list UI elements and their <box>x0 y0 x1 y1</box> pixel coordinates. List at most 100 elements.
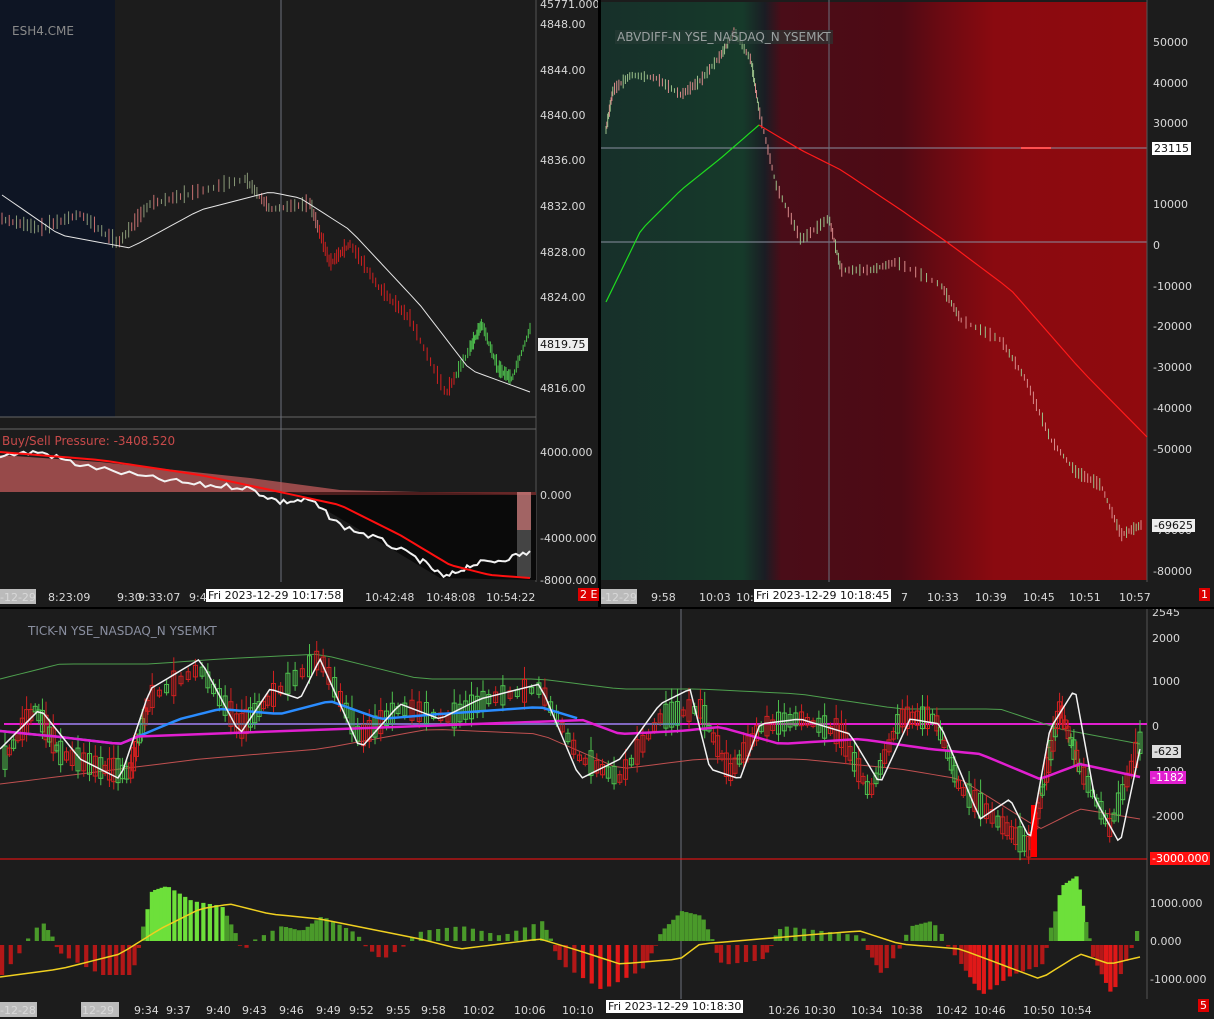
oscillator-bar <box>505 933 510 941</box>
time-axis-label: 10:48:08 <box>426 591 475 604</box>
oscillator-bar <box>897 945 902 949</box>
oscillator-bar <box>764 945 770 953</box>
oscillator-bar <box>183 896 188 941</box>
tick-chart[interactable]: 2545200010000-1000-20001000.0000.000-100… <box>0 609 1214 1019</box>
abv-axis-label: 10000 <box>1153 198 1188 211</box>
time-axis-label: -12-29 <box>0 591 36 604</box>
pressure-fill-dark <box>300 495 536 580</box>
oscillator-bar <box>496 935 502 941</box>
oscillator-bar <box>427 930 432 941</box>
osc-axis-label: -1000.000 <box>1150 973 1206 986</box>
oscillator-bar <box>653 945 659 946</box>
oscillator-bar <box>688 913 693 941</box>
oscillator-bar <box>75 945 80 963</box>
threshold-tag: -3000.000 <box>1150 852 1211 865</box>
time-axis-label: -12-28 <box>0 1004 36 1017</box>
oscillator-bar <box>666 924 672 941</box>
oscillator-bar <box>444 927 449 941</box>
abv-chart[interactable]: 50000 40000 30000 10000 0 -10000 -20000 -30000 -… <box>601 0 1214 607</box>
oscillator-bar <box>1044 945 1049 948</box>
oscillator-bar <box>959 945 964 964</box>
chart-badge[interactable]: 5 <box>1198 999 1209 1012</box>
abv-chart-pane[interactable]: 50000 40000 30000 10000 0 -10000 -20000 -30000 -… <box>601 0 1214 607</box>
oscillator-bar <box>136 945 141 948</box>
oscillator-bar <box>54 945 59 948</box>
time-axis-label: 10:06 <box>514 1004 546 1017</box>
oscillator-bar <box>41 923 46 941</box>
oscillator-bar <box>1087 938 1092 941</box>
oscillator-bar <box>1020 945 1025 972</box>
time-axis-label: 10:50 <box>1023 1004 1055 1017</box>
time-axis-label: 10:42:48 <box>365 591 414 604</box>
oscillator-bar <box>952 945 957 956</box>
oscillator-bar <box>861 938 866 941</box>
abv-axis-label: 40000 <box>1153 77 1188 90</box>
oscillator-bar <box>1053 911 1058 941</box>
symbol-label: TICK-N YSE_NASDAQ_N YSEMKT <box>28 624 217 638</box>
abv-axis-label: 0 <box>1153 239 1160 252</box>
tick-chart-pane[interactable]: 2545200010000-1000-20001000.0000.000-100… <box>0 609 1214 1019</box>
oscillator-bar <box>177 893 182 941</box>
cursor-value-tag: 23115 <box>1152 142 1191 155</box>
oscillator-bar <box>1103 945 1109 983</box>
time-axis-label: 10:03 <box>699 591 731 604</box>
oscillator-bar <box>318 917 323 941</box>
time-axis-label: 10:39 <box>975 591 1007 604</box>
time-axis-label: 9:58 <box>421 1004 446 1017</box>
oscillator-bar <box>701 919 706 941</box>
oscillator-bar <box>305 926 310 941</box>
oscillator-bar <box>363 945 368 947</box>
oscillator-bar <box>26 938 31 941</box>
oscillator-bar <box>207 903 212 941</box>
pressure-axis-label: -8000.000 <box>540 574 596 587</box>
oscillator-bar <box>1108 945 1113 992</box>
oscillator-bar <box>914 924 919 941</box>
oscillator-bar <box>891 945 896 959</box>
oscillator-bar <box>878 945 883 973</box>
price-axis-label: 4840.00 <box>540 109 586 122</box>
time-axis-label: 10:51 <box>1069 591 1101 604</box>
oscillator-bar <box>301 930 306 941</box>
oscillator-bar <box>544 929 549 941</box>
oscillator-bar <box>172 890 177 941</box>
oscillator-bar <box>288 928 293 941</box>
abv-axis-label: -10000 <box>1153 280 1192 293</box>
oscillator-bar <box>384 945 389 958</box>
esh-price-chart[interactable]: 45771.000 4848.00 4844.00 4840.00 4836.00 483… <box>0 0 598 607</box>
chart-badge[interactable]: 2 E <box>578 588 600 601</box>
oscillator-bar <box>679 911 685 941</box>
oscillator-bar <box>845 934 850 941</box>
time-axis-label: 10:33 <box>927 591 959 604</box>
oscillator-bar <box>0 945 5 975</box>
time-axis-label: 12-29 <box>82 1004 114 1017</box>
time-axis-label: 9:49 <box>316 1004 341 1017</box>
oscillator-bar <box>606 945 612 987</box>
abv-axis-label: -50000 <box>1153 443 1192 456</box>
oscillator-bar <box>462 926 467 941</box>
oscillator-bar <box>17 945 22 954</box>
oscillator-bar <box>343 927 349 941</box>
oscillator-bar <box>994 945 999 986</box>
oscillator-bar <box>324 918 329 941</box>
abv-axis-label: -80000 <box>1153 565 1192 578</box>
oscillator-bar <box>470 928 475 941</box>
chart-badge[interactable]: 1 <box>1199 588 1210 601</box>
oscillator-bar <box>296 930 302 941</box>
oscillator-bar <box>8 945 13 965</box>
last-value-tag: -623 <box>1152 745 1181 758</box>
pressure-axis-label: 0.000 <box>540 489 572 502</box>
oscillator-bar <box>939 933 944 941</box>
oscillator-bar <box>1027 945 1032 970</box>
oscillator-bar <box>563 945 568 968</box>
esh-chart-pane[interactable]: 45771.000 4848.00 4844.00 4840.00 4836.00 483… <box>0 0 600 607</box>
tick-axis-label: -2000 <box>1152 810 1184 823</box>
oscillator-bar <box>370 945 375 952</box>
oscillator-bar <box>743 945 749 963</box>
oscillator-bar <box>66 945 71 959</box>
oscillator-bar <box>114 945 119 975</box>
last-price-tag: 4819.75 <box>538 338 588 351</box>
time-axis-label: 9:58 <box>651 591 676 604</box>
oscillator-bar <box>1124 945 1129 962</box>
oscillator-bar <box>436 928 441 941</box>
oscillator-bar <box>1113 945 1118 988</box>
